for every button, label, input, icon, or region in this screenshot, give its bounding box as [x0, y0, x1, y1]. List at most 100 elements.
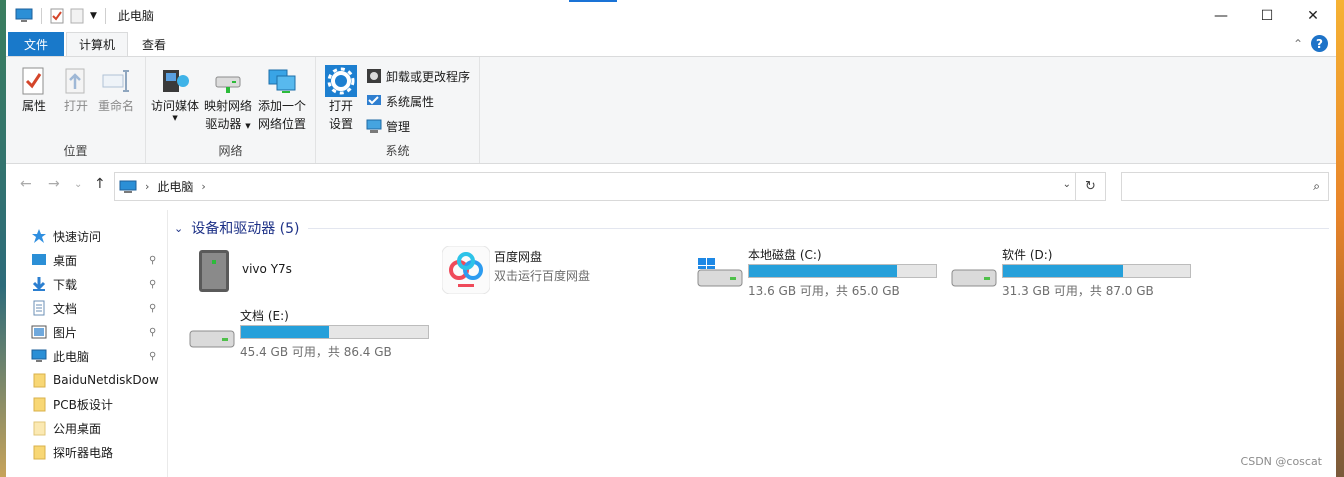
- system-properties-button[interactable]: 系统属性: [366, 91, 434, 111]
- nav-item-baidunetdisk-folder[interactable]: BaiduNetdiskDow: [31, 368, 166, 392]
- folder-icon: [33, 397, 46, 412]
- customize-toolbar-chevron-icon[interactable]: ▼: [90, 11, 97, 21]
- pin-icon: ⚲: [149, 350, 157, 362]
- nav-item-circuit-folder[interactable]: 探听器电路: [31, 440, 166, 464]
- drive-usage-text: 31.3 GB 可用，共 87.0 GB: [1002, 284, 1154, 298]
- search-icon[interactable]: ⌕: [1313, 179, 1320, 194]
- pictures-icon: [31, 325, 47, 339]
- close-button[interactable]: ✕: [1290, 0, 1336, 31]
- device-tile-baidu-netdisk[interactable]: 百度网盘 双击运行百度网盘: [442, 246, 692, 300]
- manage-label: 管理: [386, 119, 411, 134]
- forward-button[interactable]: →: [48, 176, 60, 192]
- open-icon: [65, 68, 85, 94]
- system-group-title: 系统: [385, 144, 410, 158]
- map-drive-label-text: 驱动器: [205, 117, 242, 131]
- uninstall-label: 卸载或更改程序: [386, 69, 471, 84]
- star-icon: [32, 229, 46, 243]
- navigation-row: ← → ⌄ ↑ › 此电脑 › ⌄ ↻ ⌕: [6, 172, 1336, 201]
- drive-usage-bar: [240, 325, 429, 339]
- uninstall-icon: [367, 69, 381, 83]
- drive-usage-bar: [748, 264, 937, 278]
- device-tile-phone[interactable]: vivo Y7s: [190, 246, 440, 300]
- properties-label: 属性: [21, 99, 46, 113]
- watermark: CSDN @coscat: [1240, 455, 1322, 468]
- drive-name: 本地磁盘 (C:): [748, 248, 822, 262]
- collapse-chevron-icon[interactable]: ⌄: [174, 222, 183, 235]
- maximize-button[interactable]: ☐: [1244, 0, 1290, 31]
- ribbon-tabs: 文件 计算机 查看 ⌃ ?: [6, 31, 1336, 56]
- up-button[interactable]: ↑: [94, 176, 106, 192]
- nav-item-public-desktop[interactable]: 公用桌面: [31, 416, 166, 440]
- drive-usage-fill: [1003, 265, 1123, 277]
- ribbon-group-system: 打开 设置 卸载或更改程序 系统属性 管理 系统: [316, 57, 480, 163]
- device-name: 百度网盘: [494, 250, 543, 264]
- dropdown-arrow-icon: ▼: [245, 122, 251, 130]
- system-properties-icon: [367, 95, 381, 105]
- help-icon[interactable]: ?: [1311, 35, 1328, 52]
- new-folder-icon[interactable]: [70, 8, 84, 24]
- tab-view[interactable]: 查看: [132, 32, 176, 56]
- nav-item-desktop[interactable]: 桌面 ⚲: [31, 248, 166, 272]
- open-button[interactable]: 打开: [60, 65, 92, 115]
- drive-tile-c[interactable]: 本地磁盘 (C:) 13.6 GB 可用，共 65.0 GB: [696, 244, 946, 298]
- nav-item-label: 探听器电路: [53, 445, 114, 460]
- address-bar[interactable]: › 此电脑 › ⌄ ↻: [114, 172, 1106, 201]
- search-input[interactable]: [1126, 174, 1296, 199]
- nav-item-this-pc[interactable]: 此电脑 ⚲: [31, 344, 166, 368]
- ribbon-group-location: 属性 打开 重命名 位置: [6, 57, 146, 163]
- uninstall-program-button[interactable]: 卸载或更改程序: [366, 66, 470, 86]
- drive-tile-e[interactable]: 文档 (E:) 45.4 GB 可用，共 86.4 GB: [188, 305, 438, 359]
- document-icon: [33, 300, 45, 316]
- rename-button[interactable]: 重命名: [98, 65, 134, 115]
- window-title: 此电脑: [117, 9, 154, 23]
- pane-divider[interactable]: [167, 210, 168, 477]
- pin-icon: ⚲: [149, 302, 157, 314]
- folder-icon: [33, 373, 46, 388]
- manage-button[interactable]: 管理: [366, 116, 410, 136]
- access-media-button[interactable]: 访问媒体 ▼: [151, 65, 199, 122]
- back-button[interactable]: ←: [20, 176, 32, 192]
- toolbar-separator: [41, 7, 42, 24]
- map-drive-label-line2: 驱动器 ▼: [205, 115, 250, 135]
- breadcrumb-this-pc[interactable]: 此电脑: [157, 178, 193, 195]
- open-settings-button[interactable]: 打开 设置: [325, 65, 357, 133]
- computer-icon: [15, 8, 33, 22]
- pin-icon: ⚲: [149, 254, 157, 266]
- breadcrumb-separator-icon[interactable]: ›: [145, 180, 149, 193]
- add-network-location-button[interactable]: 添加一个 网络位置: [258, 65, 306, 133]
- nav-item-downloads[interactable]: 下载 ⚲: [31, 272, 166, 296]
- tab-computer[interactable]: 计算机: [66, 32, 128, 56]
- drive-tile-d[interactable]: 软件 (D:) 31.3 GB 可用，共 87.0 GB: [950, 244, 1200, 298]
- settings-gear-icon: [325, 65, 357, 97]
- computer-icon: [31, 349, 47, 362]
- properties-check-icon[interactable]: [50, 8, 64, 24]
- devices-drives-section-header[interactable]: ⌄ 设备和驱动器 (5): [174, 218, 1329, 238]
- minimize-button[interactable]: —: [1198, 0, 1244, 31]
- folder-icon: [33, 445, 46, 460]
- pin-icon: ⚲: [149, 326, 157, 338]
- nav-item-documents[interactable]: 文档 ⚲: [31, 296, 166, 320]
- address-dropdown-icon[interactable]: ⌄: [1063, 179, 1071, 190]
- nav-item-label: 公用桌面: [53, 421, 102, 436]
- nav-item-quick-access[interactable]: 快速访问: [31, 224, 166, 248]
- network-drive-icon: [215, 76, 241, 93]
- download-icon: [32, 277, 46, 291]
- nav-item-label: 下载: [53, 277, 78, 292]
- add-location-label-line1: 添加一个: [258, 99, 307, 113]
- refresh-button[interactable]: ↻: [1075, 173, 1105, 200]
- drive-usage-fill: [749, 265, 897, 277]
- map-network-drive-button[interactable]: 映射网络 驱动器 ▼: [204, 65, 252, 135]
- recent-locations-button[interactable]: ⌄: [74, 179, 82, 190]
- collapse-ribbon-icon[interactable]: ⌃: [1293, 37, 1303, 51]
- system-properties-label: 系统属性: [386, 94, 435, 109]
- tab-file[interactable]: 文件: [8, 32, 64, 56]
- file-explorer-window: ▼ 此电脑 — ☐ ✕ 文件 计算机 查看 ⌃ ? 属性 打开 重命名 位置 访…: [6, 0, 1336, 477]
- navigation-pane: 快速访问 桌面 ⚲ 下载 ⚲ 文档 ⚲ 图片 ⚲ 此电脑 ⚲ BaiduNetd…: [6, 210, 166, 477]
- search-box[interactable]: ⌕: [1121, 172, 1329, 201]
- properties-button[interactable]: 属性: [18, 65, 50, 115]
- nav-item-pictures[interactable]: 图片 ⚲: [31, 320, 166, 344]
- breadcrumb-chevron-icon[interactable]: ›: [201, 180, 205, 193]
- open-label: 打开: [63, 99, 88, 113]
- nav-item-pcb-folder[interactable]: PCB板设计: [31, 392, 166, 416]
- nav-item-label: 此电脑: [53, 349, 90, 364]
